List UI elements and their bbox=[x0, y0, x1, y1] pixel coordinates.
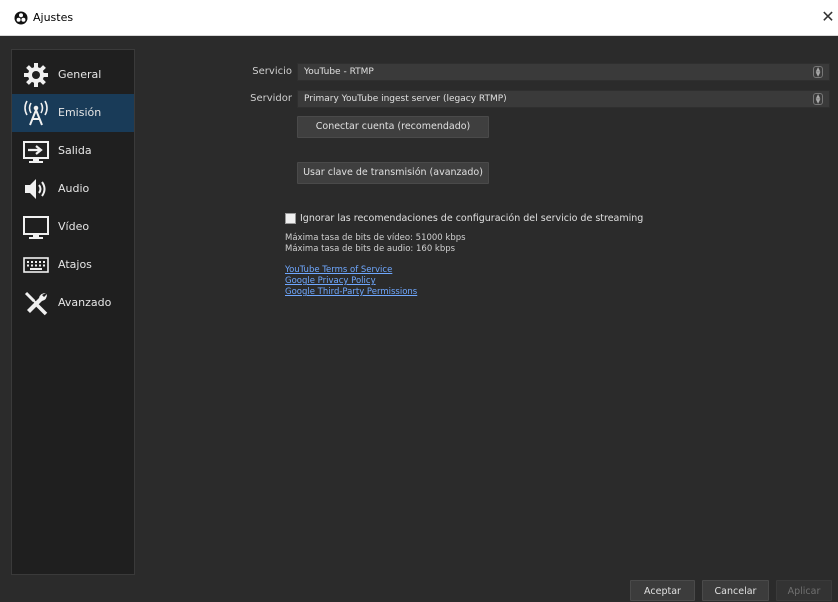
sidebar-item-label: Salida bbox=[58, 144, 92, 157]
sidebar-item-audio[interactable]: Audio bbox=[12, 170, 134, 208]
service-select[interactable]: YouTube - RTMP ▲ ▼ bbox=[297, 63, 830, 81]
ignore-recommendations-label: Ignorar las recomendaciones de configura… bbox=[300, 213, 644, 224]
close-icon[interactable]: ✕ bbox=[818, 6, 838, 28]
sidebar-item-label: Emisión bbox=[58, 106, 102, 119]
accept-button[interactable]: Aceptar bbox=[630, 580, 695, 601]
youtube-terms-link[interactable]: YouTube Terms of Service bbox=[285, 265, 392, 275]
broadcast-antenna-icon bbox=[24, 100, 48, 126]
cancel-button[interactable]: Cancelar bbox=[702, 580, 769, 601]
keyboard-icon bbox=[23, 257, 49, 273]
output-icon bbox=[23, 141, 49, 163]
spin-arrows-icon: ▲ ▼ bbox=[813, 66, 823, 78]
spin-arrows-icon: ▲ ▼ bbox=[813, 93, 823, 105]
google-privacy-link[interactable]: Google Privacy Policy bbox=[285, 276, 376, 286]
sidebar-item-label: Vídeo bbox=[58, 220, 90, 233]
connect-account-button[interactable]: Conectar cuenta (recomendado) bbox=[297, 116, 489, 138]
service-value: YouTube - RTMP bbox=[304, 67, 374, 77]
settings-sidebar: General Emisión Salida Audio Vídeo Atajo… bbox=[11, 49, 135, 575]
sidebar-item-general[interactable]: General bbox=[12, 56, 134, 94]
monitor-icon bbox=[23, 216, 49, 239]
server-select[interactable]: Primary YouTube ingest server (legacy RT… bbox=[297, 90, 830, 108]
server-label: Servidor bbox=[250, 93, 292, 104]
service-label: Servicio bbox=[252, 66, 292, 77]
sidebar-item-label: Avanzado bbox=[58, 296, 112, 309]
sidebar-item-label: Atajos bbox=[58, 258, 92, 271]
apply-button[interactable]: Aplicar bbox=[776, 580, 832, 601]
use-stream-key-button[interactable]: Usar clave de transmisión (avanzado) bbox=[297, 162, 489, 184]
obs-logo-icon bbox=[14, 11, 28, 25]
sidebar-item-label: General bbox=[58, 68, 102, 81]
sidebar-item-video[interactable]: Vídeo bbox=[12, 208, 134, 246]
title-bar: Ajustes ✕ bbox=[0, 0, 838, 36]
sidebar-item-label: Audio bbox=[58, 182, 90, 195]
max-audio-bitrate: Máxima tasa de bits de audio: 160 kbps bbox=[285, 244, 456, 254]
sidebar-item-avanzado[interactable]: Avanzado bbox=[12, 284, 134, 322]
tools-icon bbox=[24, 291, 48, 316]
settings-content: General Emisión Salida Audio Vídeo Atajo… bbox=[0, 37, 838, 602]
window-title: Ajustes bbox=[33, 11, 74, 24]
sidebar-item-emision[interactable]: Emisión bbox=[12, 94, 134, 132]
sidebar-item-atajos[interactable]: Atajos bbox=[12, 246, 134, 284]
gear-icon bbox=[24, 63, 48, 87]
google-third-party-link[interactable]: Google Third-Party Permissions bbox=[285, 287, 417, 297]
max-video-bitrate: Máxima tasa de bits de vídeo: 51000 kbps bbox=[285, 233, 466, 243]
ignore-recommendations-checkbox[interactable] bbox=[285, 213, 296, 224]
speaker-icon bbox=[25, 179, 46, 199]
server-value: Primary YouTube ingest server (legacy RT… bbox=[304, 94, 507, 104]
sidebar-item-salida[interactable]: Salida bbox=[12, 132, 134, 170]
